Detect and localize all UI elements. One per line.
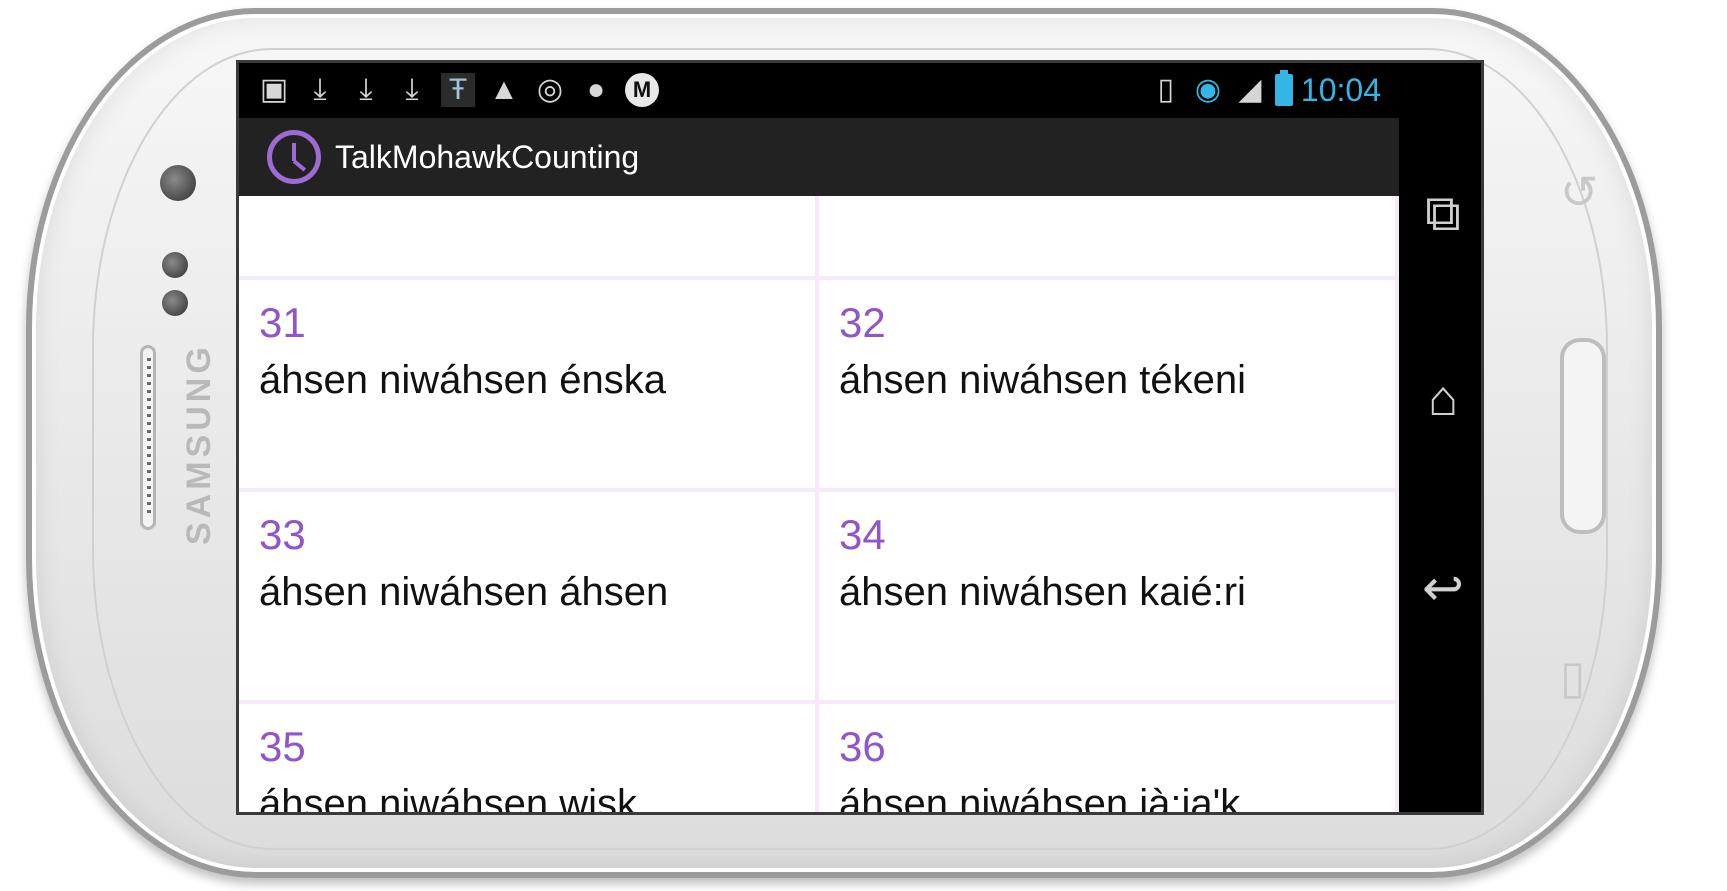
back-icon[interactable]: ↩ xyxy=(1413,558,1473,618)
number-grid: 31 áhsen niwáhsen énska 32 áhsen niwáhse… xyxy=(239,196,1399,815)
download-icon: ⤓ xyxy=(359,73,373,106)
ninja-icon: ▲ xyxy=(489,73,519,106)
hardware-home-key[interactable] xyxy=(1560,338,1606,534)
screen: ▣ ⤓ ⤓ ⤓ Ŧ ▲ ◎ ● M ▯ ◉ ◢ 10:04 TalkMohawk… xyxy=(236,60,1484,815)
cell-number: 33 xyxy=(259,511,306,558)
image-icon: ▣ xyxy=(259,73,289,106)
m-logo-icon: M xyxy=(625,73,659,107)
cell-word: áhsen niwáhsen áhsen xyxy=(259,570,669,614)
wifi-icon: ◉ xyxy=(1194,73,1222,106)
cell-word: áhsen niwáhsen ià:ia'k xyxy=(839,782,1241,815)
hardware-back-icon[interactable]: ↺ xyxy=(1560,165,1599,219)
target-icon: ◎ xyxy=(536,73,564,106)
vibrate-icon: ▯ xyxy=(1157,73,1175,106)
grid-cell[interactable]: 32 áhsen niwáhsen tékeni xyxy=(819,280,1399,488)
brand-logo: SAMSUNG xyxy=(180,343,218,545)
status-bar: ▣ ⤓ ⤓ ⤓ Ŧ ▲ ◎ ● M ▯ ◉ ◢ 10:04 xyxy=(239,63,1399,118)
system-status: ▯ ◉ ◢ 10:04 xyxy=(1149,69,1381,111)
battery-icon xyxy=(1274,70,1293,106)
home-icon[interactable]: ⌂ xyxy=(1413,368,1473,428)
front-camera xyxy=(160,165,196,201)
grid-cell[interactable]: 34 áhsen niwáhsen kaié:ri xyxy=(819,492,1399,700)
grid-cell[interactable] xyxy=(239,196,819,276)
cell-number: 34 xyxy=(839,511,886,558)
light-sensor xyxy=(162,290,188,316)
cell-number: 31 xyxy=(259,299,306,346)
cell-number: 32 xyxy=(839,299,886,346)
cell-word: áhsen niwáhsen wisk xyxy=(259,782,637,815)
number-grid-viewport[interactable]: 31 áhsen niwáhsen énska 32 áhsen niwáhse… xyxy=(239,196,1399,815)
earpiece-speaker xyxy=(140,345,156,530)
proximity-sensor xyxy=(162,252,188,278)
grid-cell[interactable]: 33 áhsen niwáhsen áhsen xyxy=(239,492,819,700)
recents-icon[interactable]: ⧉ xyxy=(1413,183,1473,243)
cell-word: áhsen niwáhsen énska xyxy=(259,358,666,402)
signal-icon: ◢ xyxy=(1238,73,1262,106)
cell-word: áhsen niwáhsen tékeni xyxy=(839,358,1246,402)
text-icon: Ŧ xyxy=(441,73,475,107)
download-icon: ⤓ xyxy=(313,73,327,106)
grid-cell[interactable]: 31 áhsen niwáhsen énska xyxy=(239,280,819,488)
notification-icons: ▣ ⤓ ⤓ ⤓ Ŧ ▲ ◎ ● M xyxy=(257,71,659,109)
grid-cell[interactable]: 36 áhsen niwáhsen ià:ia'k xyxy=(819,704,1399,815)
action-bar: TalkMohawkCounting xyxy=(239,118,1399,196)
android-icon: ● xyxy=(586,73,606,106)
clock-icon[interactable] xyxy=(267,130,321,184)
cell-number: 36 xyxy=(839,723,886,770)
cell-word: áhsen niwáhsen kaié:ri xyxy=(839,570,1246,614)
cell-number: 35 xyxy=(259,723,306,770)
download-icon: ⤓ xyxy=(405,73,419,106)
navigation-bar: ⧉ ⌂ ↩ xyxy=(1399,63,1481,812)
grid-cell[interactable] xyxy=(819,196,1399,276)
status-clock: 10:04 xyxy=(1300,71,1381,108)
app-title: TalkMohawkCounting xyxy=(335,138,640,175)
hardware-menu-icon[interactable]: ▯ xyxy=(1560,650,1585,704)
grid-cell[interactable]: 35 áhsen niwáhsen wisk xyxy=(239,704,819,815)
